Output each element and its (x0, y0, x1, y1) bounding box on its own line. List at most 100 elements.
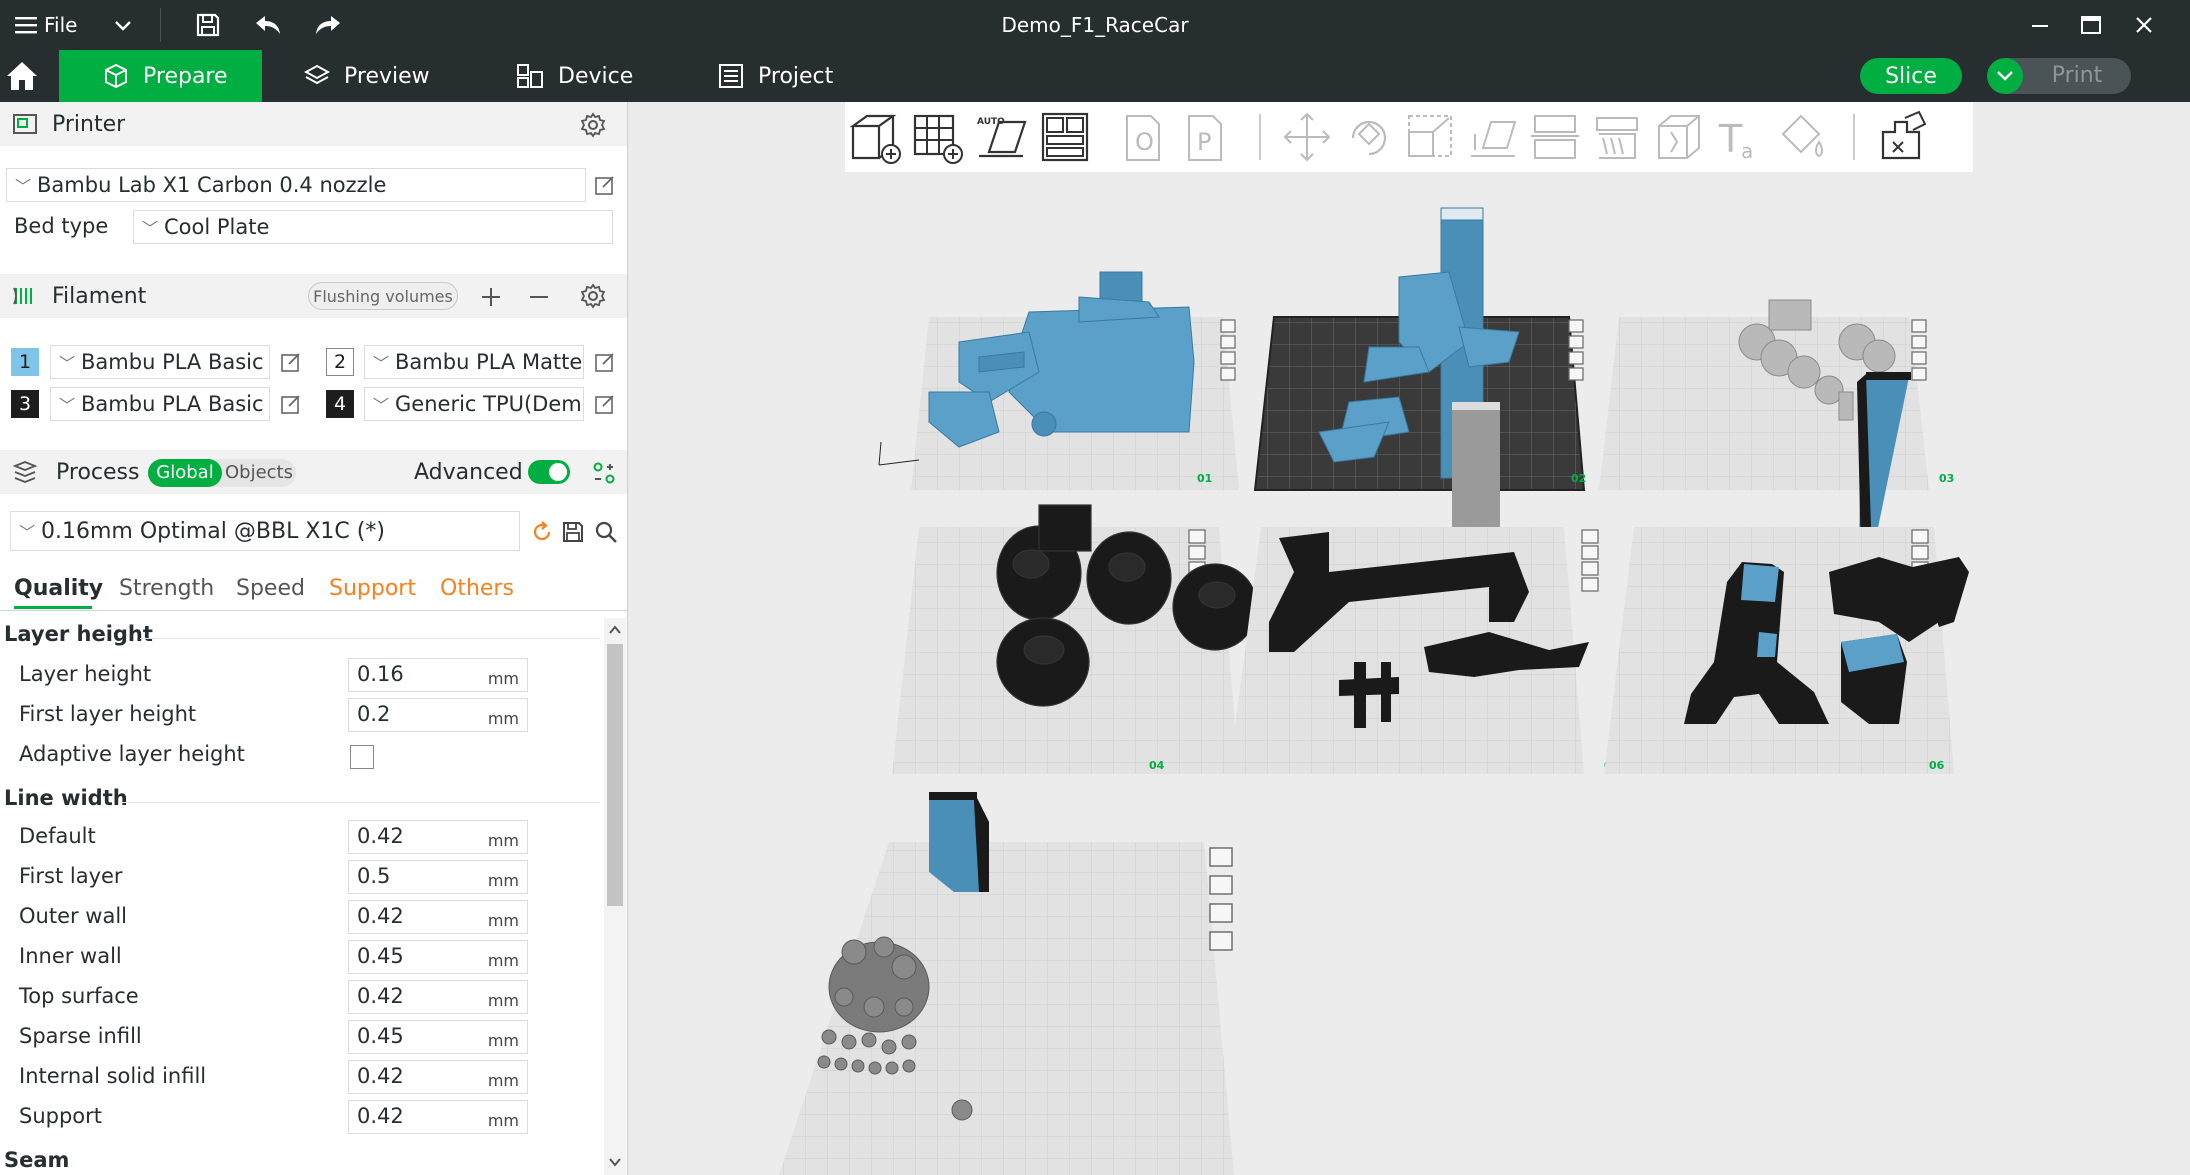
close-button[interactable] (2124, 0, 2164, 50)
add-plate-icon[interactable] (909, 108, 965, 166)
redo-button[interactable] (310, 0, 346, 50)
build-plates-scene[interactable]: 01 02 03 04 06 (629, 102, 2190, 1175)
save-button[interactable] (190, 0, 226, 50)
line-width-support-input[interactable]: 0.42 mm (348, 1100, 528, 1134)
orient-face-icon[interactable]: O (1113, 108, 1169, 166)
adaptive-layer-height-checkbox[interactable] (350, 745, 374, 769)
printer-select[interactable]: ﹀ Bambu Lab X1 Carbon 0.4 nozzle (6, 168, 586, 202)
move-icon[interactable] (1279, 108, 1335, 166)
filament-slot-4-select[interactable]: ﹀ Generic TPU(Demo... (364, 387, 584, 421)
filament-slot-3-number[interactable]: 3 (11, 390, 39, 418)
build-plate-01[interactable]: 01 (878, 271, 1239, 490)
scale-icon[interactable] (1403, 108, 1459, 166)
layer-height-input[interactable]: 0.16 mm (348, 658, 528, 692)
save-icon[interactable] (561, 520, 585, 544)
tab-strength[interactable]: Strength (119, 576, 214, 601)
column-top (1452, 402, 1500, 410)
tab-support[interactable]: Support (329, 576, 416, 601)
plate-controls[interactable] (1209, 847, 1233, 951)
cut-icon[interactable] (1527, 108, 1583, 166)
rotate-icon[interactable] (1341, 108, 1397, 166)
gear-icon[interactable] (580, 112, 606, 138)
chevron-up-icon[interactable] (608, 624, 622, 636)
process-profile-select[interactable]: ﹀ 0.16mm Optimal @BBL X1C (*) (10, 511, 520, 551)
blue-chassis-parts[interactable] (928, 271, 1195, 448)
gear-icon[interactable] (580, 283, 606, 309)
global-toggle[interactable]: Global (148, 459, 222, 487)
advanced-switch[interactable] (528, 460, 570, 484)
edit-icon[interactable] (280, 393, 302, 415)
file-dropdown-button[interactable] (108, 0, 138, 50)
printer-model: Bambu Lab X1 Carbon 0.4 nozzle (37, 173, 387, 197)
chevron-down-icon (115, 21, 131, 31)
auto-orient-icon[interactable]: AUTO (973, 108, 1029, 166)
blue-airbox-part[interactable] (929, 792, 989, 892)
line-width-inner-wall-input[interactable]: 0.45 mm (348, 940, 528, 974)
first-layer-height-input[interactable]: 0.2 mm (348, 698, 528, 732)
minimize-button[interactable] (2020, 0, 2060, 50)
search-icon[interactable] (594, 520, 618, 544)
3d-viewport[interactable]: 01 02 03 04 06 (629, 102, 2190, 1175)
filament-slot-3-select[interactable]: ﹀ Bambu PLA Basic (50, 387, 270, 421)
filament-slot-2-number[interactable]: 2 (326, 348, 354, 376)
support-paint-icon[interactable] (1589, 108, 1645, 166)
plate-controls[interactable] (1581, 529, 1599, 592)
seam-paint-icon[interactable] (1651, 108, 1707, 166)
tab-device[interactable]: Device (516, 50, 666, 102)
objects-toggle[interactable]: Objects (222, 459, 296, 487)
build-plate-06[interactable]: 06 (1604, 527, 1969, 774)
tab-project[interactable]: Project (718, 50, 868, 102)
chevron-down-icon[interactable] (608, 1156, 622, 1168)
edit-icon[interactable] (594, 351, 616, 373)
color-paint-icon[interactable] (1775, 108, 1831, 166)
minus-icon[interactable] (528, 286, 550, 308)
edit-icon[interactable] (594, 174, 616, 196)
tab-preview[interactable]: Preview (304, 50, 464, 102)
line-width-internal-solid-infill-input[interactable]: 0.42 mm (348, 1060, 528, 1094)
line-width-outer-wall-input[interactable]: 0.42 mm (348, 900, 528, 934)
line-width-top-surface-input[interactable]: 0.42 mm (348, 980, 528, 1014)
assembly-icon[interactable] (1875, 108, 1931, 166)
plus-icon[interactable] (480, 286, 502, 308)
filament-slot-4-number[interactable]: 4 (326, 390, 354, 418)
tab-quality[interactable]: Quality (14, 576, 103, 601)
build-plate-04[interactable]: 04 (892, 504, 1258, 774)
filament-slot-2-select[interactable]: ﹀ Bambu PLA Matte (364, 345, 584, 379)
place-face-icon[interactable]: P (1175, 108, 1231, 166)
line-width-default-input[interactable]: 0.42 mm (348, 820, 528, 854)
line-width-top-surface-label: Top surface (19, 984, 139, 1008)
filament-slot-1-select[interactable]: ﹀ Bambu PLA Basic (50, 345, 270, 379)
tab-prepare[interactable]: Prepare (59, 50, 262, 102)
file-menu[interactable]: File (14, 0, 84, 50)
line-width-sparse-infill-input[interactable]: 0.45 mm (348, 1020, 528, 1054)
lay-on-face-icon[interactable] (1465, 108, 1521, 166)
text-icon[interactable]: Ta (1713, 108, 1769, 166)
tab-preview-label: Preview (344, 63, 430, 89)
edit-icon[interactable] (280, 351, 302, 373)
arrange-icon[interactable] (1037, 108, 1093, 166)
unit-label: mm (487, 1111, 519, 1130)
reset-icon[interactable] (530, 520, 554, 544)
tab-others[interactable]: Others (440, 576, 514, 601)
print-button[interactable]: Print (1987, 58, 2131, 94)
build-plate-03[interactable]: 03 (1599, 299, 1954, 557)
home-button[interactable] (0, 50, 58, 102)
tab-speed[interactable]: Speed (236, 576, 305, 601)
scrollbar-thumb[interactable] (607, 644, 623, 906)
slice-button[interactable]: Slice (1860, 58, 1962, 94)
flushing-volumes-button[interactable]: Flushing volumes (308, 282, 458, 310)
line-width-first-layer-input[interactable]: 0.5 mm (348, 860, 528, 894)
edit-icon[interactable] (594, 393, 616, 415)
filament-slot-1-name: Bambu PLA Basic (81, 350, 264, 374)
print-options-dropdown[interactable] (1987, 58, 2023, 94)
bed-type-select[interactable]: ﹀ Cool Plate (133, 210, 613, 244)
build-plate-07[interactable] (779, 792, 1234, 1175)
compare-icon[interactable] (592, 461, 616, 485)
filament-slot-1-number[interactable]: 1 (11, 348, 39, 376)
maximize-button[interactable] (2071, 0, 2111, 50)
plate-controls[interactable] (1911, 319, 1927, 381)
add-object-icon[interactable] (847, 108, 903, 166)
build-plate-05[interactable]: 05 (1229, 527, 1619, 774)
settings-scrollbar[interactable] (604, 618, 626, 1175)
undo-button[interactable] (250, 0, 286, 50)
